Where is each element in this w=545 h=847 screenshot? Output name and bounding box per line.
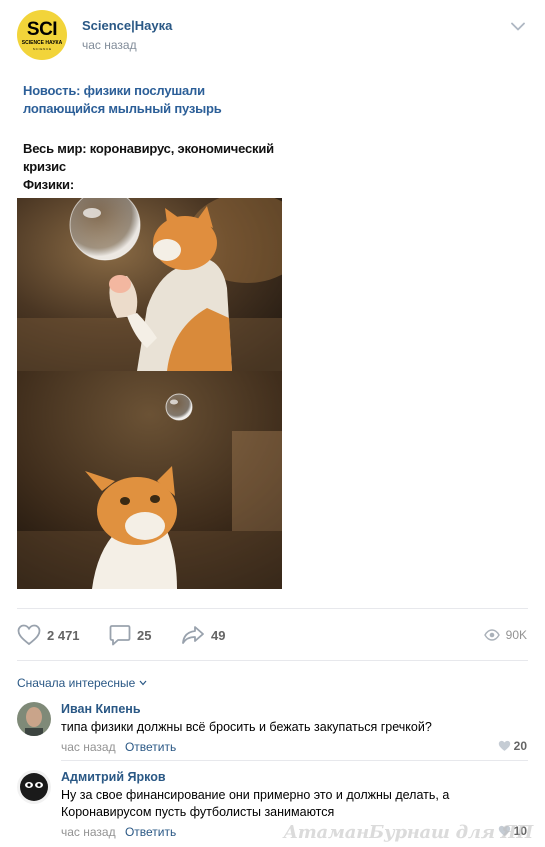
post-actions: 2 471 25 49 90K xyxy=(17,622,529,648)
eye-icon xyxy=(483,629,500,641)
avatar[interactable] xyxy=(17,770,51,804)
divider xyxy=(61,760,528,761)
divider xyxy=(17,608,528,609)
logo-subtext: SCIENCE НАУКА xyxy=(21,40,63,46)
share-icon xyxy=(182,626,204,644)
likes-count: 2 471 xyxy=(47,627,80,643)
comment-text: типа физики должны всё бросить и бежать … xyxy=(61,720,432,734)
community-avatar[interactable]: SCI SCIENCE НАУКА S C I E N C E xyxy=(17,10,67,60)
reply-button[interactable]: Ответить xyxy=(125,825,176,839)
logo-tagline: S C I E N C E xyxy=(32,47,52,51)
meme-world-line: Весь мир: коронавирус, экономический кри… xyxy=(23,141,274,174)
heart-icon xyxy=(17,624,41,646)
comment-time[interactable]: час назад xyxy=(61,740,116,754)
post-header: SCI SCIENCE НАУКА S C I E N C E Science|… xyxy=(17,10,529,62)
comments-count: 25 xyxy=(137,627,152,643)
share-button[interactable]: 49 xyxy=(181,622,225,648)
reply-button[interactable]: Ответить xyxy=(125,740,176,754)
comment-author[interactable]: Адмитрий Ярков xyxy=(61,770,166,784)
post-image[interactable]: Новость: физики послушали лопающийся мыл… xyxy=(17,74,283,590)
avatar[interactable] xyxy=(17,702,51,736)
meme-world-caption: Весь мир: коронавирус, экономический кри… xyxy=(23,140,283,194)
comment-meta: час назад Ответить xyxy=(61,740,176,754)
post-time[interactable]: час назад xyxy=(82,38,137,52)
comment-button[interactable]: 25 xyxy=(109,622,151,648)
comment-icon xyxy=(109,625,131,646)
comment-text: Ну за свое финансирование они примерно э… xyxy=(61,788,450,819)
divider xyxy=(17,660,528,661)
chevron-down-icon xyxy=(139,680,147,686)
comment-time[interactable]: час назад xyxy=(61,825,116,839)
comment-author[interactable]: Иван Кипень xyxy=(61,702,141,716)
meme-news-caption: Новость: физики послушали лопающийся мыл… xyxy=(23,83,222,116)
like-button[interactable]: 2 471 xyxy=(17,622,80,648)
comments-sort-dropdown[interactable]: Сначала интересные xyxy=(17,676,147,690)
watermark: АтаманБурнаш для ЯП xyxy=(283,822,533,843)
meme-physicists-line: Физики: xyxy=(23,177,74,192)
views-counter: 90K xyxy=(483,622,527,648)
comment-like-button[interactable]: 20 xyxy=(498,739,527,753)
cat-bubble-photo-2 xyxy=(17,371,282,589)
shares-count: 49 xyxy=(211,627,226,643)
comment-item: Иван Кипень типа физики должны всё броси… xyxy=(17,702,529,758)
cat-bubble-photo-1 xyxy=(17,198,282,371)
chevron-down-icon[interactable] xyxy=(511,22,525,31)
comment-meta: час назад Ответить xyxy=(61,825,176,839)
post-author[interactable]: Science|Наука xyxy=(82,18,172,33)
heart-icon xyxy=(498,740,510,751)
views-count: 90K xyxy=(505,628,527,642)
sort-label: Сначала интересные xyxy=(17,676,136,690)
logo-text: SCI xyxy=(26,19,58,40)
comment-likes-count: 20 xyxy=(513,739,527,753)
